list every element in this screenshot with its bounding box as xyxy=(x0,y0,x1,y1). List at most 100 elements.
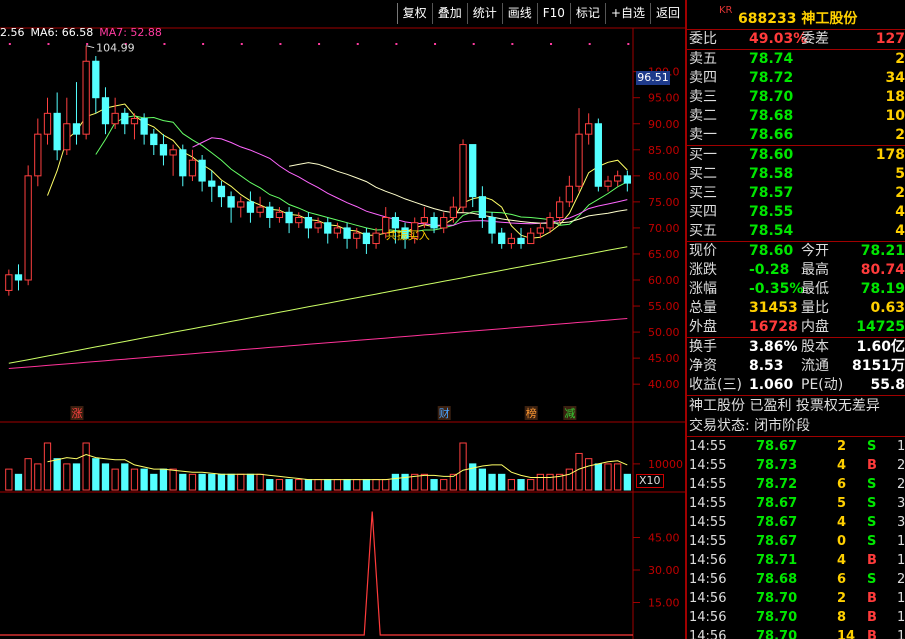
marker-dot xyxy=(318,43,321,45)
candle-body xyxy=(623,175,631,184)
book-level-label: 买五 xyxy=(689,223,717,239)
marker-dot xyxy=(202,43,205,45)
current-price-tag: 96.51 xyxy=(636,71,670,85)
book-level-volume: 4 xyxy=(895,223,905,239)
tick-vol: 6 xyxy=(837,477,847,492)
volume-bar xyxy=(430,479,438,491)
buy_rows-level[interactable]: 买五 78.54 4 xyxy=(687,222,905,241)
toolbar-button-1[interactable]: 叠加 xyxy=(431,3,467,24)
tick-price: 78.67 xyxy=(756,534,798,549)
fund_rows-label: 股本 xyxy=(801,339,829,355)
high-pointer xyxy=(86,45,95,49)
toolbar-button-3[interactable]: 画线 xyxy=(501,3,537,24)
buy_rows-level[interactable]: 买四 78.55 4 xyxy=(687,203,905,222)
candle-body xyxy=(237,201,245,208)
marker-dot xyxy=(511,43,514,45)
ma-legend-item: 2.56 xyxy=(0,26,25,39)
book-level-volume: 178 xyxy=(875,147,905,163)
candle-body xyxy=(575,133,583,187)
fund_rows-label: 换手 xyxy=(689,339,717,355)
tick-time: 14:56 xyxy=(689,629,727,639)
sell_rows-level[interactable]: 卖三 78.70 18 xyxy=(687,88,905,107)
tick-num: 2 xyxy=(897,477,905,492)
toolbar-button-6[interactable]: +自选 xyxy=(604,3,650,24)
volume-bar xyxy=(101,463,110,491)
toolbar-button-7[interactable]: 返回 xyxy=(649,3,685,24)
tick-bs: B xyxy=(867,553,877,568)
toolbar-button-0[interactable]: 复权 xyxy=(396,3,432,24)
tick-bs: B xyxy=(867,629,877,639)
candle-body xyxy=(285,211,293,224)
price-tick-label: 90.00 xyxy=(648,118,680,131)
volume-bar xyxy=(159,468,168,491)
volume-bar xyxy=(382,479,390,491)
order_rows-label: 委差 xyxy=(801,31,829,47)
candle-body xyxy=(169,149,177,156)
tick-list[interactable]: 14:55 78.67 2 S 1 14:55 78.73 4 B 2 14:55 78.72 6 S 2 1… xyxy=(687,437,905,639)
tick-num: 3 xyxy=(897,515,905,530)
volume-bar xyxy=(237,473,245,491)
buy_rows-level[interactable]: 买一 78.60 178 xyxy=(687,146,905,165)
book-level-price: 78.68 xyxy=(749,108,794,124)
candle-body xyxy=(140,118,148,135)
volume-bar xyxy=(546,473,554,491)
quote-header: KR 688233 神工股份 xyxy=(687,0,905,30)
tick-time: 14:55 xyxy=(689,515,727,530)
stats_rows-label: 量比 xyxy=(801,300,829,316)
buy_rows-level[interactable]: 买三 78.57 2 xyxy=(687,184,905,203)
marker-dot xyxy=(550,43,553,45)
candle-body xyxy=(34,133,42,177)
tick-time: 14:55 xyxy=(689,496,727,511)
ma10-line xyxy=(95,115,628,233)
tick-price: 78.73 xyxy=(756,458,798,473)
toolbar-button-5[interactable]: 标记 xyxy=(569,3,605,24)
tick-bs: S xyxy=(867,439,877,454)
stock-title[interactable]: 688233 神工股份 xyxy=(738,8,857,28)
stats_rows-label: 最低 xyxy=(801,281,829,297)
volume-scale-label[interactable]: X10 xyxy=(636,474,664,488)
candle-body xyxy=(63,123,71,151)
volume-bar xyxy=(217,473,226,491)
candle-body xyxy=(256,206,264,213)
stats_rows-row: 总量 31453 量比 0.63 xyxy=(687,299,905,318)
tick-vol: 2 xyxy=(837,439,847,454)
volume-bar xyxy=(179,473,187,491)
volume-bar xyxy=(295,479,303,491)
book-level-label: 卖四 xyxy=(689,70,717,86)
tick-vol: 8 xyxy=(837,610,847,625)
toolbar-button-2[interactable]: 统计 xyxy=(466,3,502,24)
price-tick-label: 50.00 xyxy=(648,326,680,339)
book-level-volume: 10 xyxy=(885,108,905,124)
kline-chart-svg[interactable]: 40.00 45.00 50.00 55.00 60.00 65.00 70.00 75.00… xyxy=(0,0,685,639)
buy_rows-level[interactable]: 买二 78.58 5 xyxy=(687,165,905,184)
kr-badge: KR xyxy=(719,5,733,16)
volume-bar xyxy=(53,458,61,491)
sell_rows-level[interactable]: 卖一 78.66 2 xyxy=(687,126,905,145)
toolbar-button-4[interactable]: F10 xyxy=(536,3,570,24)
sell_rows-level[interactable]: 卖五 78.74 2 xyxy=(687,50,905,69)
kline-chart-area[interactable]: 40.00 45.00 50.00 55.00 60.00 65.00 70.00 75.00… xyxy=(0,0,685,639)
info-line: 神工股份 已盈利 投票权无差异 xyxy=(689,398,880,414)
candle-body xyxy=(208,180,216,187)
candle-body xyxy=(391,217,400,229)
marker-dot xyxy=(472,43,475,45)
candle-body xyxy=(43,112,52,135)
stats_rows-value: -0.35% xyxy=(749,281,804,297)
candle-body xyxy=(130,118,139,125)
fund_rows-row: 净资 8.53 流通 8151万 xyxy=(687,357,905,376)
marker-dot xyxy=(240,43,243,45)
volume-bar xyxy=(121,463,129,491)
stats_rows-value: 80.74 xyxy=(860,262,905,278)
tick-price: 78.70 xyxy=(756,610,798,625)
sell_rows-level[interactable]: 卖四 78.72 34 xyxy=(687,69,905,88)
sell_rows-level[interactable]: 卖二 78.68 10 xyxy=(687,107,905,126)
stats_rows-row: 涨幅 -0.35% 最低 78.19 xyxy=(687,280,905,299)
event-tag: 财 xyxy=(439,406,450,420)
tick-bs: S xyxy=(867,534,877,549)
candle-body xyxy=(565,185,573,203)
book-level-label: 卖三 xyxy=(689,89,717,105)
book-level-label: 卖一 xyxy=(689,127,717,143)
ma-legend-item: MA7: 52.88 xyxy=(99,26,162,39)
tick-time: 14:55 xyxy=(689,458,727,473)
book-level-price: 78.74 xyxy=(749,51,794,67)
